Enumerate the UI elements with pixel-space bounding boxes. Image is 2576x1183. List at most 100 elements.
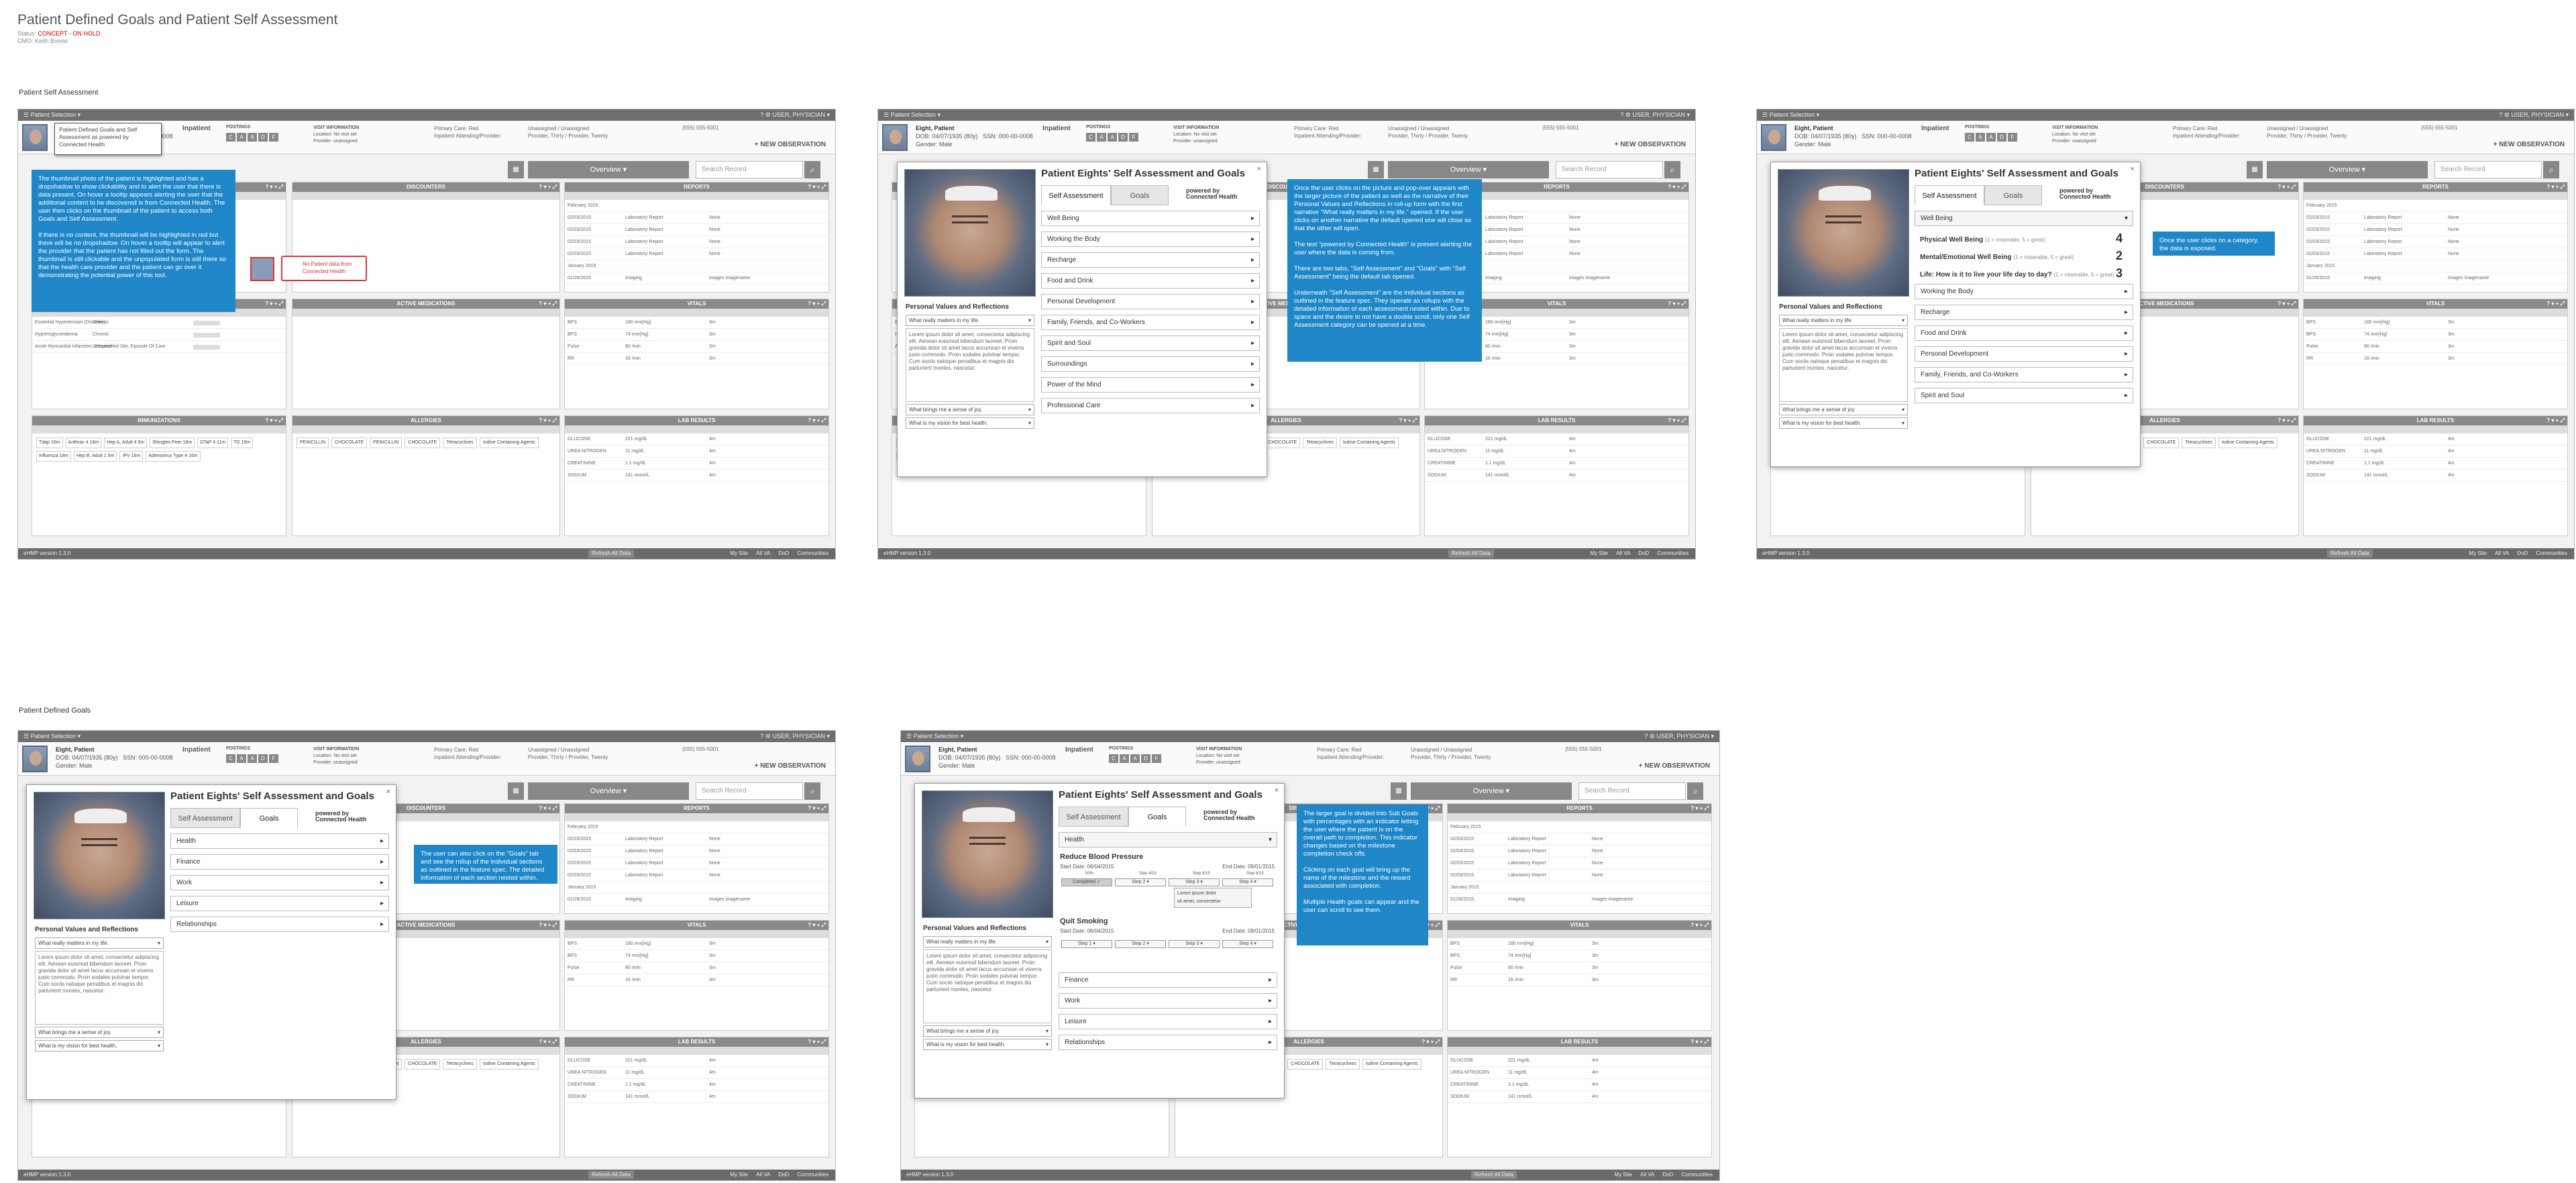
category-rollup[interactable]: Recharge <box>1041 252 1260 268</box>
posting-icon[interactable]: C <box>1086 133 1095 142</box>
pvr-question-1[interactable]: What really matters in my life. <box>906 315 1034 326</box>
refresh-button[interactable]: Refresh All Data <box>1448 550 1494 558</box>
close-icon[interactable]: × <box>386 788 390 796</box>
milestone-step[interactable]: Step 2 ▾ <box>1115 940 1166 948</box>
panel-controls-icon[interactable]: ? ▾ + ⤢ <box>265 299 283 309</box>
category-rollup[interactable]: Professional Care <box>1041 398 1260 413</box>
table-row[interactable]: 01/26/2015Imagingimages imagename <box>565 272 828 285</box>
panel-controls-icon[interactable]: ? ▾ + ⤢ <box>808 416 826 425</box>
posting-icon[interactable]: D <box>258 754 268 763</box>
category-rollup[interactable]: Family, Friends, and Co-Workers <box>1041 315 1260 330</box>
grid-icon[interactable]: ▦ <box>1391 782 1407 800</box>
panel-controls-icon[interactable]: ? ▾ + ⤢ <box>808 183 826 192</box>
user-menu[interactable]: ? ⚙ USER, PHYSICIAN ▾ <box>760 109 830 121</box>
milestone-step[interactable]: Completed ✓ <box>1061 878 1112 886</box>
allergy-pill[interactable]: Iodine Containing Agents <box>1362 1059 1421 1070</box>
new-observation-button[interactable]: + NEW OBSERVATION <box>2493 141 2565 148</box>
posting-icon[interactable]: D <box>1118 133 1128 142</box>
patient-selection-menu[interactable]: ☰ Patient Selection ▾ <box>906 733 963 739</box>
posting-icon[interactable]: A <box>1986 133 1996 142</box>
table-row[interactable]: GLUCOSE 221 mg/dL 4m <box>565 1055 828 1067</box>
category-rollup[interactable]: Working the Body <box>1915 284 2133 299</box>
table-row[interactable]: RR16 /min3m <box>1448 974 1711 986</box>
table-row[interactable]: February 2015 <box>565 821 828 833</box>
table-row[interactable]: 02/03/2015Laboratory ReportNone <box>565 858 828 870</box>
immunization-pill[interactable]: TD 19m <box>231 438 254 448</box>
goal-rollup[interactable]: Work <box>170 875 389 890</box>
posting-icon[interactable]: D <box>1997 133 2006 142</box>
allergy-pill[interactable]: Tetracyclines <box>1326 1059 1360 1070</box>
panel-controls-icon[interactable]: ? ▾ + ⤢ <box>808 921 826 930</box>
footer-link[interactable]: All VA <box>1616 548 1630 559</box>
allergy-pill[interactable]: CHOCOLATE <box>331 438 368 448</box>
table-row[interactable]: 02/03/2015Laboratory ReportNone <box>565 845 828 858</box>
panel-controls-icon[interactable]: ? ▾ + ⤢ <box>1690 921 1709 930</box>
panel-controls-icon[interactable]: ? ▾ + ⤢ <box>539 416 557 425</box>
patient-thumbnail[interactable] <box>1761 124 1786 151</box>
footer-link[interactable]: DoD <box>2517 548 2528 559</box>
patient-thumbnail[interactable] <box>22 124 48 151</box>
posting-icon[interactable]: F <box>269 133 278 142</box>
table-row[interactable]: UREA NITROGEN 11 mg/dL 4m <box>565 446 828 458</box>
grid-icon[interactable]: ▦ <box>508 161 524 178</box>
table-row[interactable]: January 2015 <box>1448 882 1711 894</box>
panel-controls-icon[interactable]: ? ▾ + ⤢ <box>1690 804 1709 813</box>
close-icon[interactable]: × <box>1257 165 1261 173</box>
posting-icon[interactable]: A <box>1120 754 1129 763</box>
table-row[interactable]: BPS180 mm[Hg]3m <box>565 317 828 329</box>
category-rollup[interactable]: Spirit and Soul <box>1915 388 2133 403</box>
new-observation-button[interactable]: + NEW OBSERVATION <box>755 141 826 148</box>
allergy-pill[interactable]: Tetracyclines <box>1303 438 1337 448</box>
table-row[interactable]: 02/03/2015Laboratory ReportNone <box>565 870 828 882</box>
footer-link[interactable]: My Site <box>730 1170 748 1180</box>
goal-rollup[interactable]: Leisure <box>170 896 389 911</box>
search-input[interactable]: Search Record <box>696 161 803 178</box>
panel-controls-icon[interactable]: ? ▾ + ⤢ <box>1421 1037 1440 1047</box>
search-icon[interactable]: ⌕ <box>1687 782 1703 800</box>
milestone-step[interactable]: Step 3 ▾ <box>1169 878 1220 886</box>
patient-thumbnail[interactable] <box>882 124 908 151</box>
footer-link[interactable]: Communities <box>797 548 828 559</box>
category-rollup[interactable]: Well Being <box>1915 211 2133 226</box>
panel-controls-icon[interactable]: ? ▾ + ⤢ <box>539 804 557 813</box>
search-input[interactable]: Search Record <box>2434 161 2542 178</box>
table-row[interactable]: GLUCOSE 221 mg/dL 4m <box>1448 1055 1711 1067</box>
search-icon[interactable]: ⌕ <box>1664 161 1680 178</box>
category-rollup[interactable]: Power of the Mind <box>1041 377 1260 393</box>
allergy-pill[interactable]: Iodine Containing Agents <box>479 438 539 448</box>
category-rollup[interactable]: Family, Friends, and Co-Workers <box>1915 367 2133 382</box>
footer-link[interactable]: My Site <box>2469 548 2487 559</box>
immunization-pill[interactable]: Hep B, Adult 1 5m <box>73 451 117 462</box>
search-input[interactable]: Search Record <box>1556 161 1663 178</box>
category-rollup[interactable]: Working the Body <box>1041 232 1260 247</box>
patient-selection-menu[interactable]: ☰ Patient Selection ▾ <box>23 111 80 118</box>
table-row[interactable]: SODIUM 141 mmol/L 4m <box>1425 470 1688 482</box>
category-rollup[interactable]: Surroundings <box>1041 356 1260 372</box>
allergy-pill[interactable]: Iodine Containing Agents <box>479 1059 539 1070</box>
grid-icon[interactable]: ▦ <box>2247 161 2263 178</box>
allergy-pill[interactable]: CHOCOLATE <box>1265 438 1301 448</box>
table-row[interactable]: 02/03/2015Laboratory ReportNone <box>2304 248 2567 260</box>
posting-icon[interactable]: C <box>1965 133 1974 142</box>
allergy-pill[interactable]: Iodine Containing Agents <box>2218 438 2277 448</box>
allergy-pill[interactable]: Iodine Containing Agents <box>1339 438 1399 448</box>
allergy-pill[interactable]: CHOCOLATE <box>405 1059 441 1070</box>
milestone-step[interactable]: Step 2 ▾ <box>1115 878 1166 886</box>
table-row[interactable]: CREATININE 1.1 mg/dL 4m <box>1448 1079 1711 1091</box>
user-menu[interactable]: ? ⚙ USER, PHYSICIAN ▾ <box>2499 109 2569 121</box>
table-row[interactable]: UREA NITROGEN 11 mg/dL 4m <box>1448 1067 1711 1079</box>
table-row[interactable]: 01/26/2015Imagingimages imagename <box>565 894 828 906</box>
category-rollup[interactable]: Recharge <box>1915 305 2133 320</box>
panel-controls-icon[interactable]: ? ▾ + ⤢ <box>2277 183 2296 192</box>
tab-self-assessment[interactable]: Self Assessment <box>1041 185 1111 205</box>
table-row[interactable]: GLUCOSE 221 mg/dL 4m <box>2304 433 2567 446</box>
tab-goals[interactable]: Goals <box>1128 807 1186 827</box>
panel-controls-icon[interactable]: ? ▾ + ⤢ <box>265 183 283 192</box>
posting-icon[interactable]: A <box>1108 133 1117 142</box>
table-row[interactable]: CREATININE 1.1 mg/dL 4m <box>1425 458 1688 470</box>
panel-controls-icon[interactable]: ? ▾ + ⤢ <box>1399 416 1417 425</box>
table-row[interactable]: 02/03/2015Laboratory ReportNone <box>565 248 828 260</box>
immunization-pill[interactable]: Hep A, Adult 4 5m <box>104 438 148 448</box>
tab-self-assessment[interactable]: Self Assessment <box>1915 185 1984 205</box>
posting-icon[interactable]: A <box>248 133 257 142</box>
